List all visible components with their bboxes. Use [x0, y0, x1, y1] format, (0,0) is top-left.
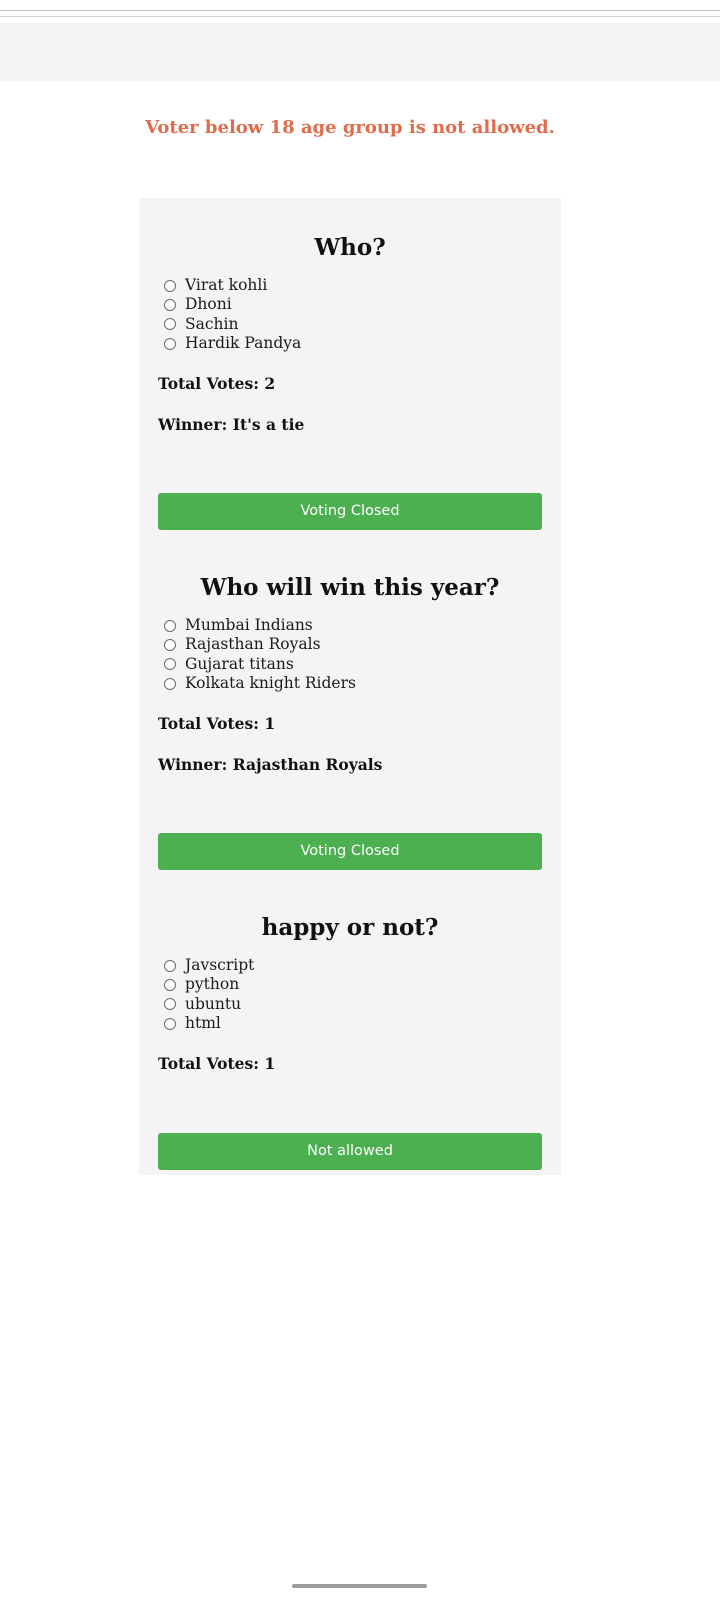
poll-option[interactable]: Mumbai Indians	[158, 616, 542, 635]
voting-closed-button[interactable]: Voting Closed	[158, 493, 542, 530]
poll-option[interactable]: Javscript	[158, 956, 542, 975]
option-label: python	[185, 975, 240, 994]
option-label: html	[185, 1013, 221, 1032]
poll-option[interactable]: Rajasthan Royals	[158, 635, 542, 654]
poll-options: Virat kohli Dhoni Sachin Hardik Pandya	[158, 276, 542, 353]
top-divider	[0, 10, 720, 11]
option-label: Kolkata knight Riders	[185, 673, 356, 692]
radio-button[interactable]	[164, 279, 176, 292]
poll-title: Who will win this year?	[200, 574, 500, 601]
poll-options: Javscript python ubuntu html	[158, 956, 542, 1033]
voting-closed-button[interactable]: Voting Closed	[158, 833, 542, 870]
option-label: ubuntu	[185, 994, 242, 1013]
winner-label: Winner: It's a tie	[158, 415, 305, 435]
radio-button[interactable]	[164, 978, 176, 991]
poll-option[interactable]: Sachin	[158, 315, 542, 334]
option-label: Hardik Pandya	[185, 333, 302, 352]
option-label: Gujarat titans	[185, 654, 294, 673]
radio-button[interactable]	[164, 677, 176, 690]
radio-button[interactable]	[164, 619, 176, 632]
poll-card: Who will win this year? Mumbai Indians R…	[158, 573, 542, 870]
poll-option[interactable]: Hardik Pandya	[158, 334, 542, 353]
radio-button[interactable]	[164, 1017, 176, 1030]
poll-card: Who? Virat kohli Dhoni Sachin Hardik Pan…	[158, 233, 542, 530]
total-votes: Total Votes: 2	[158, 374, 276, 394]
poll-option[interactable]: Virat kohli	[158, 276, 542, 295]
radio-button[interactable]	[164, 298, 176, 311]
radio-button[interactable]	[164, 959, 176, 972]
poll-option[interactable]: python	[158, 975, 542, 994]
option-label: Mumbai Indians	[185, 616, 313, 634]
age-warning-message: Voter below 18 age group is not allowed.	[145, 117, 555, 138]
radio-button[interactable]	[164, 658, 176, 671]
not-allowed-button[interactable]: Not allowed	[158, 1133, 542, 1170]
poll-card: happy or not? Javscript python ubuntu ht…	[158, 913, 542, 1170]
option-label: Dhoni	[185, 295, 232, 314]
top-divider-secondary	[0, 16, 720, 17]
poll-title: Who?	[314, 234, 386, 261]
poll-option[interactable]: Gujarat titans	[158, 655, 542, 674]
radio-button[interactable]	[164, 318, 176, 331]
option-label: Rajasthan Royals	[185, 635, 321, 654]
poll-title: happy or not?	[261, 914, 439, 941]
total-votes: Total Votes: 1	[158, 714, 276, 734]
poll-option[interactable]: html	[158, 1014, 542, 1033]
header-bar	[0, 23, 720, 81]
winner-label: Winner: Rajasthan Royals	[158, 755, 383, 775]
poll-options: Mumbai Indians Rajasthan Royals Gujarat …	[158, 616, 542, 693]
option-label: Virat kohli	[185, 276, 268, 294]
radio-button[interactable]	[164, 998, 176, 1011]
option-label: Sachin	[185, 314, 239, 333]
poll-option[interactable]: Dhoni	[158, 295, 542, 314]
radio-button[interactable]	[164, 638, 176, 651]
home-indicator[interactable]	[292, 1584, 427, 1588]
total-votes: Total Votes: 1	[158, 1054, 276, 1074]
option-label: Javscript	[185, 956, 255, 974]
poll-option[interactable]: Kolkata knight Riders	[158, 674, 542, 693]
polls-container: Who? Virat kohli Dhoni Sachin Hardik Pan…	[139, 198, 561, 1175]
poll-option[interactable]: ubuntu	[158, 995, 542, 1014]
radio-button[interactable]	[164, 337, 176, 350]
